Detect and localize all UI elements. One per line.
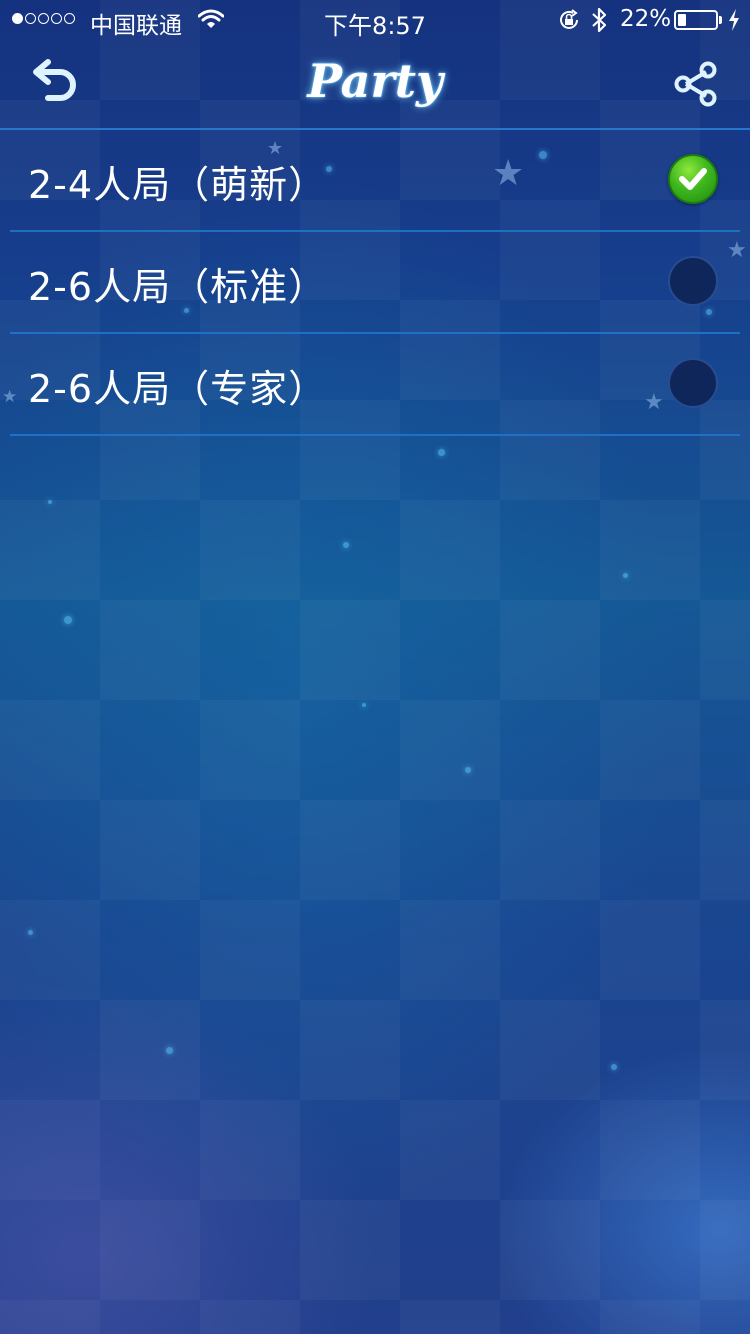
share-icon [674, 61, 717, 107]
navigation-bar: Party [0, 40, 750, 130]
mode-option-list: 2-4人局（萌新） 2-6人局（标准） 2-6人局（专家） [0, 130, 750, 436]
mode-option-label: 2-6人局（标准） [28, 265, 328, 309]
page-title: Party [307, 54, 443, 108]
sparkle-dot [343, 542, 349, 548]
option-radio[interactable] [668, 358, 718, 408]
sparkle-dot [48, 500, 52, 504]
sparkle-dot [465, 767, 471, 773]
sparkle-dot [64, 616, 72, 624]
bluetooth-icon [590, 6, 608, 40]
battery-nub [719, 16, 722, 24]
charging-bolt-icon [727, 8, 741, 38]
mode-option-label: 2-4人局（萌新） [28, 163, 328, 207]
sparkle-dot [28, 930, 33, 935]
status-bar: 中国联通 下午8:57 22% [0, 0, 750, 40]
mode-option-standard[interactable]: 2-6人局（标准） [10, 232, 740, 334]
mode-option-label: 2-6人局（专家） [28, 367, 328, 411]
mode-option-expert[interactable]: 2-6人局（专家） [10, 334, 740, 436]
checkmark-icon [679, 168, 707, 190]
option-radio[interactable] [668, 154, 718, 204]
sparkle-dot [623, 573, 628, 578]
rotation-lock-icon [557, 8, 581, 38]
sparkle-dot [438, 449, 445, 456]
mode-option-beginner[interactable]: 2-4人局（萌新） [10, 130, 740, 232]
battery-icon [674, 10, 718, 30]
option-radio[interactable] [668, 256, 718, 306]
sparkle-dot [611, 1064, 617, 1070]
share-button[interactable] [670, 58, 722, 110]
sparkle-dot [166, 1047, 173, 1054]
battery-percent: 22% [620, 6, 672, 32]
sparkle-dot [362, 703, 366, 707]
